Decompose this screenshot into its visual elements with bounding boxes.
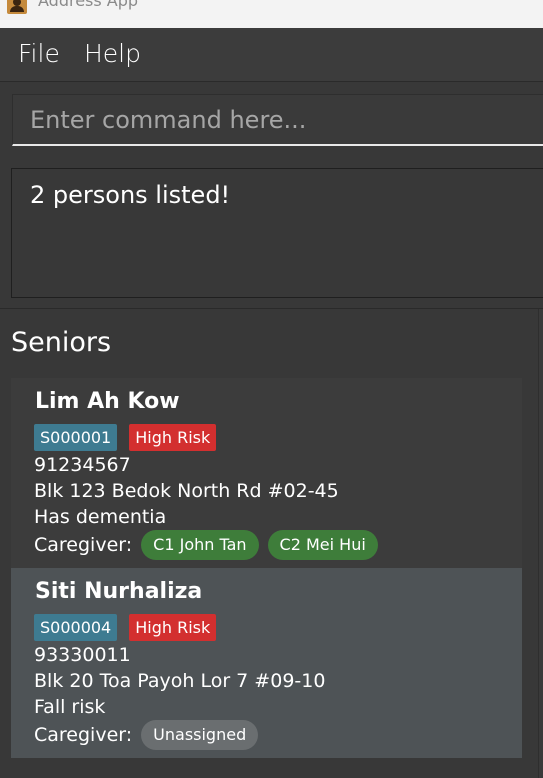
list-scrollbar[interactable] [538, 309, 543, 778]
tag-row: S000004 High Risk [34, 614, 217, 641]
result-display[interactable]: 2 persons listed! [11, 168, 543, 298]
list-title: Seniors [11, 327, 112, 358]
risk-tag: High Risk [129, 424, 217, 451]
person-card-selected[interactable]: Siti Nurhaliza S000004 High Risk 9333001… [11, 568, 522, 758]
person-name: Lim Ah Kow [35, 389, 180, 414]
risk-tag: High Risk [129, 614, 217, 641]
caregiver-pill: C2 Mei Hui [267, 530, 378, 560]
person-card[interactable]: Lim Ah Kow S000001 High Risk 91234567 Bl… [11, 378, 522, 568]
result-message: 2 persons listed! [30, 181, 231, 209]
window-title: Address App [38, 0, 139, 10]
caregiver-label: Caregiver: [34, 534, 133, 556]
person-address: Blk 20 Toa Payoh Lor 7 #09-10 [34, 670, 326, 692]
person-list-panel: Seniors Lim Ah Kow S000001 High Risk 912… [0, 309, 543, 778]
person-name: Siti Nurhaliza [35, 579, 203, 604]
address-book-icon [7, 0, 27, 14]
caregiver-pill: C1 John Tan [141, 530, 259, 560]
person-note: Fall risk [34, 696, 106, 718]
person-note: Has dementia [34, 506, 167, 528]
menu-bar: File Help [0, 28, 543, 82]
person-phone: 91234567 [34, 454, 131, 476]
menu-file[interactable]: File [18, 39, 60, 68]
id-tag: S000004 [34, 614, 118, 641]
person-address: Blk 123 Bedok North Rd #02-45 [34, 480, 339, 502]
id-tag: S000001 [34, 424, 118, 451]
window-titlebar: Address App [0, 0, 543, 28]
caregiver-label: Caregiver: [34, 724, 133, 746]
tag-row: S000001 High Risk [34, 424, 217, 451]
caregiver-row: Caregiver: C1 John Tan C2 Mei Hui [34, 530, 378, 560]
command-input[interactable] [12, 94, 543, 146]
unassigned-pill: Unassigned [141, 720, 259, 750]
person-phone: 93330011 [34, 644, 131, 666]
caregiver-row: Caregiver: Unassigned [34, 720, 259, 750]
command-box [0, 82, 543, 164]
menu-help[interactable]: Help [84, 39, 141, 68]
